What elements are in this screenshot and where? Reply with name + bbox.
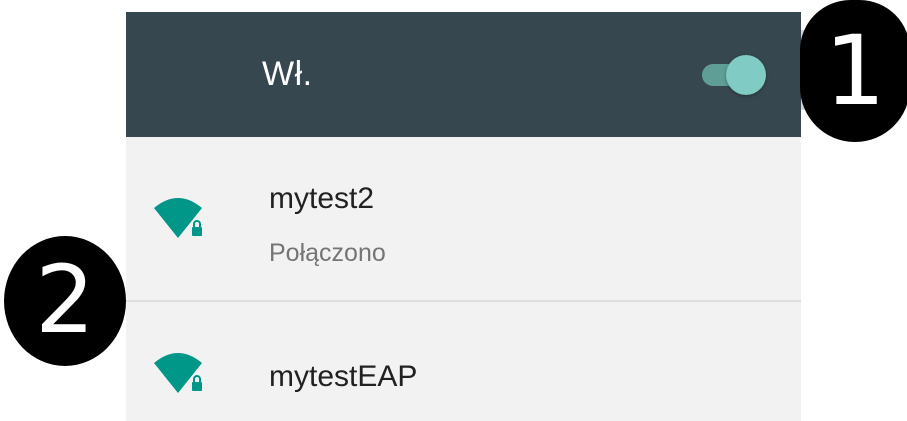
wifi-signal-lock-icon	[154, 353, 202, 393]
network-status: Połączono	[269, 239, 386, 267]
annotation-badge-1: 1	[800, 0, 907, 142]
wifi-signal-lock-icon	[154, 198, 202, 238]
network-ssid: mytestEAP	[269, 360, 418, 393]
wifi-toggle-switch[interactable]	[700, 55, 766, 95]
toggle-thumb[interactable]	[726, 55, 766, 95]
network-item-mytest2[interactable]: mytest2 Połączono	[126, 137, 801, 301]
wifi-settings-screen: Wł. mytest2 Połączono mytestEAP	[126, 12, 801, 421]
network-ssid: mytest2	[269, 182, 375, 215]
wifi-switch-label: Wł.	[262, 55, 313, 93]
annotation-badge-2: 2	[4, 236, 126, 366]
wifi-master-switch-bar[interactable]: Wł.	[126, 12, 801, 137]
network-item-mytestEAP[interactable]: mytestEAP	[126, 302, 801, 421]
annotated-screenshot: Wł. mytest2 Połączono mytestEAP 1 2	[0, 0, 907, 421]
